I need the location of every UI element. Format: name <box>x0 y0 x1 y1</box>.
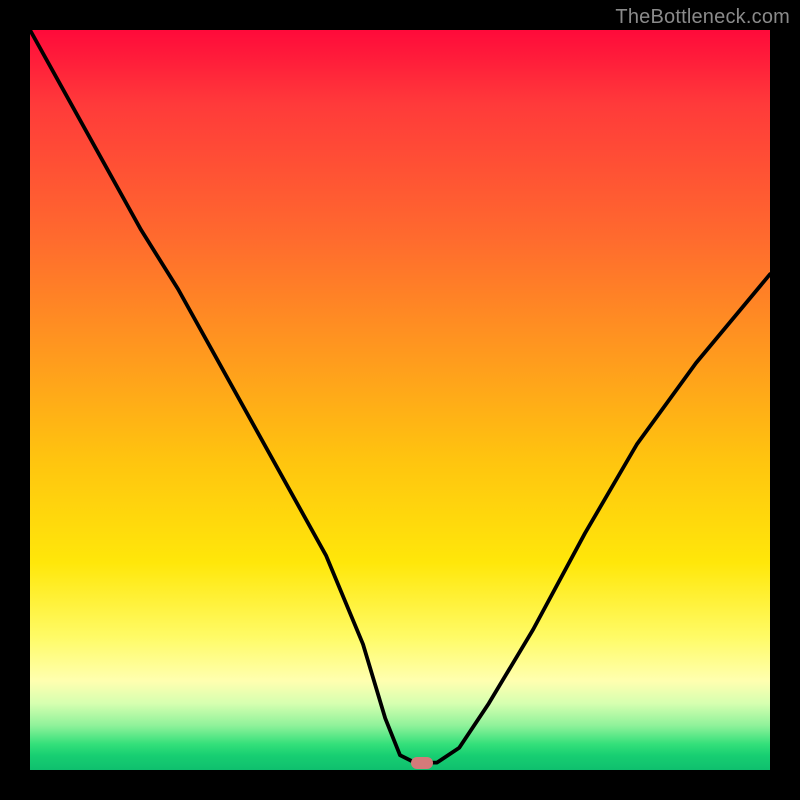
plot-area <box>30 30 770 770</box>
optimal-marker <box>411 757 433 769</box>
chart-frame: TheBottleneck.com <box>0 0 800 800</box>
watermark-text: TheBottleneck.com <box>615 6 790 29</box>
heat-gradient <box>30 30 770 770</box>
